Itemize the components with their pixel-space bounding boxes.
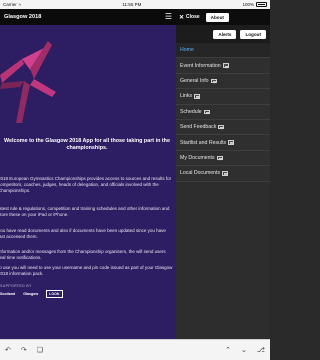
document-icon bbox=[216, 155, 223, 161]
document-icon bbox=[210, 78, 217, 84]
menu-item-label: Local Documents bbox=[180, 170, 221, 177]
document-icon bbox=[222, 63, 229, 68]
menu-item-label: Schedule bbox=[180, 108, 202, 115]
status-bar: Carrier ≈ 11:55 PM 100% bbox=[0, 0, 270, 9]
side-menu: ✕ Close About Alerts Logout Home Event I… bbox=[176, 9, 270, 339]
provider-logo: Glasgow bbox=[23, 292, 39, 296]
menu-item-general-info[interactable]: General Info bbox=[176, 73, 270, 90]
redo-icon[interactable]: ↷ bbox=[21, 346, 27, 354]
menu-item-my-documents[interactable]: My Documents bbox=[176, 150, 270, 167]
app-header: Glasgow 2018 ☰ bbox=[0, 9, 176, 25]
close-label: Close bbox=[186, 14, 200, 20]
notifications-paragraph: information and/or messages from the Cha… bbox=[0, 249, 166, 261]
status-left: Carrier ≈ bbox=[3, 2, 21, 7]
providers-logos: Scotland Glasgow LOOK bbox=[0, 290, 63, 298]
document-icon bbox=[218, 124, 225, 130]
document-icon bbox=[228, 140, 235, 145]
carrier-label: Carrier bbox=[3, 2, 17, 7]
chevron-up-icon[interactable]: ⌃ bbox=[225, 346, 231, 354]
login-paragraph: to use you will need to use your usernam… bbox=[0, 265, 173, 277]
wifi-icon: ≈ bbox=[18, 2, 22, 7]
battery-icon bbox=[255, 2, 267, 7]
close-icon: ✕ bbox=[179, 14, 185, 21]
menu-item-links[interactable]: Links bbox=[176, 89, 270, 105]
status-right: 100% bbox=[242, 2, 267, 7]
undo-icon[interactable]: ↶ bbox=[5, 346, 11, 354]
document-icon bbox=[194, 94, 201, 99]
rules-paragraph: latest rule & regulations, competition a… bbox=[0, 206, 170, 218]
pages-icon[interactable]: ❏ bbox=[37, 346, 43, 354]
side-menu-header: ✕ Close About bbox=[176, 9, 270, 25]
menu-item-event-information[interactable]: Event Information bbox=[176, 58, 270, 74]
menu-item-label: My Documents bbox=[180, 154, 215, 161]
menu-item-local-documents[interactable]: Local Documents bbox=[176, 166, 270, 182]
bottom-toolbar: ↶ ↷ ❏ ⌃ ⌄ ⎇ bbox=[0, 339, 270, 360]
hamburger-menu-icon[interactable]: ☰ bbox=[165, 13, 172, 21]
menu-item-label: Event Information bbox=[180, 62, 221, 69]
document-icon bbox=[222, 171, 229, 176]
app-title: Glasgow 2018 bbox=[4, 14, 42, 20]
menu-item-startlist-results[interactable]: Startlist and Results bbox=[176, 135, 270, 151]
menu-item-label: Startlist and Results bbox=[180, 139, 227, 146]
menu-item-schedule[interactable]: Schedule bbox=[176, 104, 270, 120]
side-menu-actions: Alerts Logout bbox=[176, 25, 270, 43]
menu-item-label: Send Feedback bbox=[180, 124, 217, 131]
provider-logo: LOOK bbox=[46, 290, 63, 298]
toolbar-right: ⌃ ⌄ ⎇ bbox=[225, 346, 265, 354]
close-button[interactable]: ✕ Close bbox=[179, 14, 200, 21]
documents-paragraph: you have read documents and also if docu… bbox=[0, 228, 166, 240]
provider-logo: Scotland bbox=[0, 292, 16, 296]
alerts-button[interactable]: Alerts bbox=[213, 29, 237, 39]
menu-item-send-feedback[interactable]: Send Feedback bbox=[176, 119, 270, 136]
toolbar-left: ↶ ↷ ❏ bbox=[5, 346, 43, 354]
chevron-down-icon[interactable]: ⌄ bbox=[241, 346, 247, 354]
menu-item-home[interactable]: Home bbox=[176, 43, 270, 59]
menu-item-label: General Info bbox=[180, 77, 209, 84]
time-label: 11:55 PM bbox=[122, 2, 142, 7]
logout-button[interactable]: Logout bbox=[240, 29, 266, 39]
share-icon[interactable]: ⎇ bbox=[257, 346, 265, 354]
menu-item-label: Links bbox=[180, 93, 193, 100]
welcome-text: Welcome to the Glasgow 2018 App for all … bbox=[4, 138, 170, 151]
battery-label: 100% bbox=[242, 2, 254, 7]
document-icon bbox=[203, 109, 210, 114]
championship-logo bbox=[0, 41, 56, 123]
intro-paragraph: 2018 European Gymnastics Championships p… bbox=[0, 176, 172, 194]
menu-item-label: Home bbox=[180, 47, 194, 54]
about-button[interactable]: About bbox=[205, 12, 229, 22]
app-content: Glasgow 2018 ☰ Welcome to the Glasgow 20… bbox=[0, 9, 176, 339]
providers-label: SUPPORTED BY bbox=[0, 284, 32, 288]
